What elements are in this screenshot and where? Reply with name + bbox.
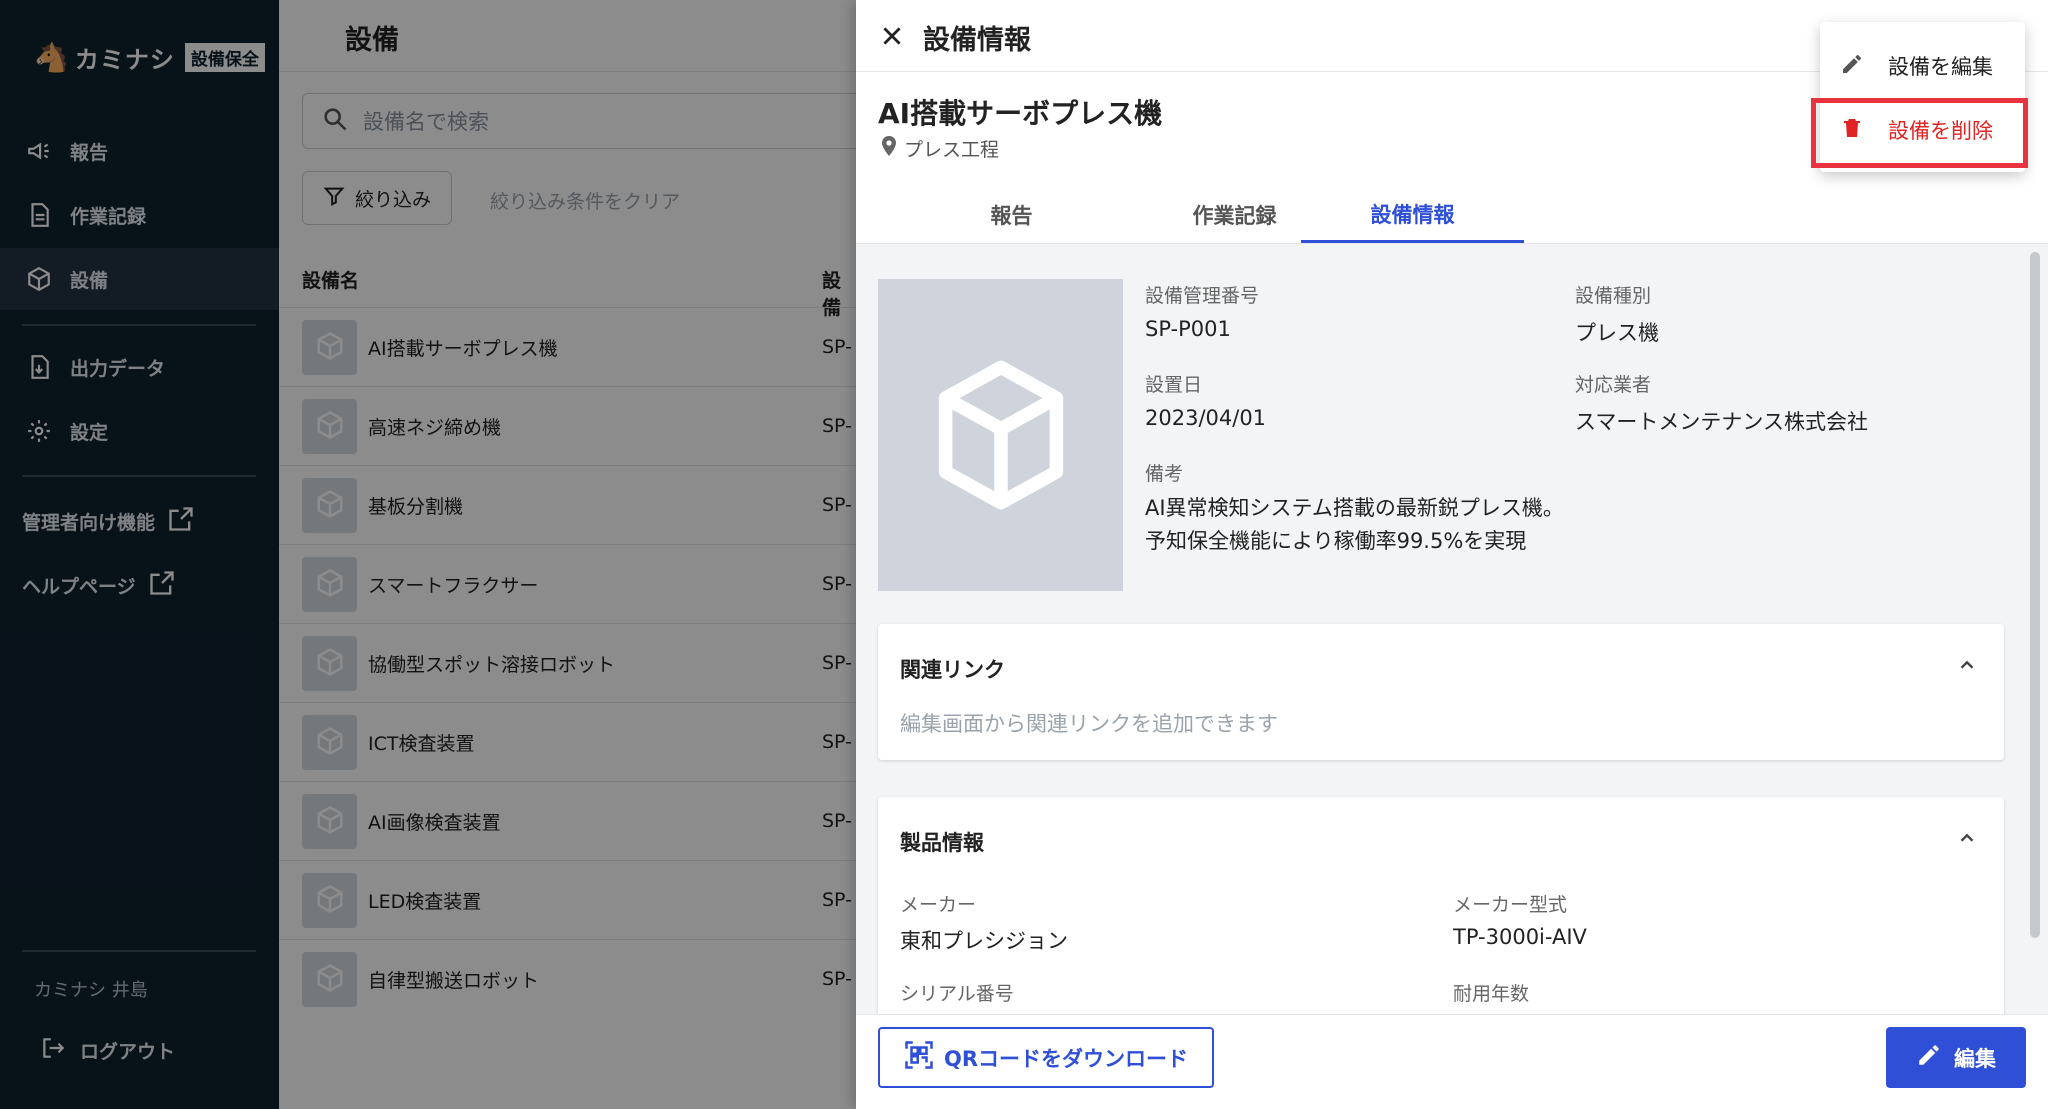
drawer-title: 設備情報 [923,25,1031,56]
chevron-up-icon[interactable] [1956,827,1978,849]
product-info-title: 製品情報 [900,831,984,855]
field-label-model: メーカー型式 [1453,894,1568,916]
field-value-vendor: スマートメンテナンス株式会社 [1575,410,1868,434]
related-links-hint: 編集画面から関連リンクを追加できます [900,712,1278,736]
menu-item-edit-equipment[interactable]: 設備を編集 [1820,34,2025,98]
qr-download-label: QRコードをダウンロード [943,1046,1189,1071]
field-label-id: 設備管理番号 [1145,285,1260,307]
field-label-service-life: 耐用年数 [1453,983,1530,1005]
field-label-maker: メーカー [900,894,977,916]
trash-icon [1840,116,1864,145]
location-label: プレス工程 [904,139,1000,161]
field-label-serial: シリアル番号 [900,983,1014,1005]
field-value-install-date: 2023/04/01 [1145,406,1267,430]
cube-icon [938,360,1063,510]
edit-label: 編集 [1954,1046,1996,1071]
close-button[interactable] [874,18,910,54]
field-value-maker: 東和プレシジョン [900,929,1068,953]
menu-item-label: 設備を編集 [1888,55,1993,79]
actions-menu: 設備を編集 設備を削除 [1820,22,2025,172]
qr-download-button[interactable]: QRコードをダウンロード [878,1027,1214,1088]
pencil-icon [1916,1042,1942,1073]
tab-equipment-info[interactable]: 設備情報 [1301,187,1524,243]
edit-button[interactable]: 編集 [1886,1027,2026,1088]
field-value-type: プレス機 [1575,321,1659,345]
field-label-type: 設備種別 [1575,285,1652,307]
field-label-vendor: 対応業者 [1575,374,1652,396]
modal-backdrop[interactable] [0,0,856,1109]
menu-item-delete-equipment[interactable]: 設備を削除 [1820,98,2025,162]
pencil-icon [1840,52,1864,81]
location-pin-icon [880,135,898,162]
field-value-id: SP-P001 [1145,317,1231,341]
related-links-card: 関連リンク 編集画面から関連リンクを追加できます [878,624,2004,760]
field-value-model: TP-3000i-AIV [1453,925,1587,949]
qr-code-icon [904,1040,934,1075]
equipment-photo-placeholder [878,279,1123,591]
field-value-note: AI異常検知システム搭載の最新鋭プレス機。予知保全機能により稼働率99.5%を実… [1145,496,1564,553]
scrollbar[interactable] [2030,252,2040,938]
field-label-install-date: 設置日 [1145,374,1203,396]
close-icon [883,27,901,45]
location: プレス工程 [880,135,999,162]
equipment-name: AI搭載サーボプレス機 [878,97,1163,130]
menu-item-label: 設備を削除 [1888,119,1993,143]
tab-report[interactable]: 報告 [900,187,1123,243]
chevron-up-icon[interactable] [1956,654,1978,676]
field-label-note: 備考 [1145,463,1184,485]
drawer-content[interactable]: 設備管理番号 SP-P001 設備種別 プレス機 設置日 2023/04/01 … [856,245,2048,1014]
product-info-card: 製品情報 メーカー 東和プレシジョン メーカー型式 TP-3000i-AIV シ… [878,797,2004,1014]
related-links-title: 関連リンク [900,658,1005,682]
drawer-footer: QRコードをダウンロード 編集 [856,1014,2048,1109]
